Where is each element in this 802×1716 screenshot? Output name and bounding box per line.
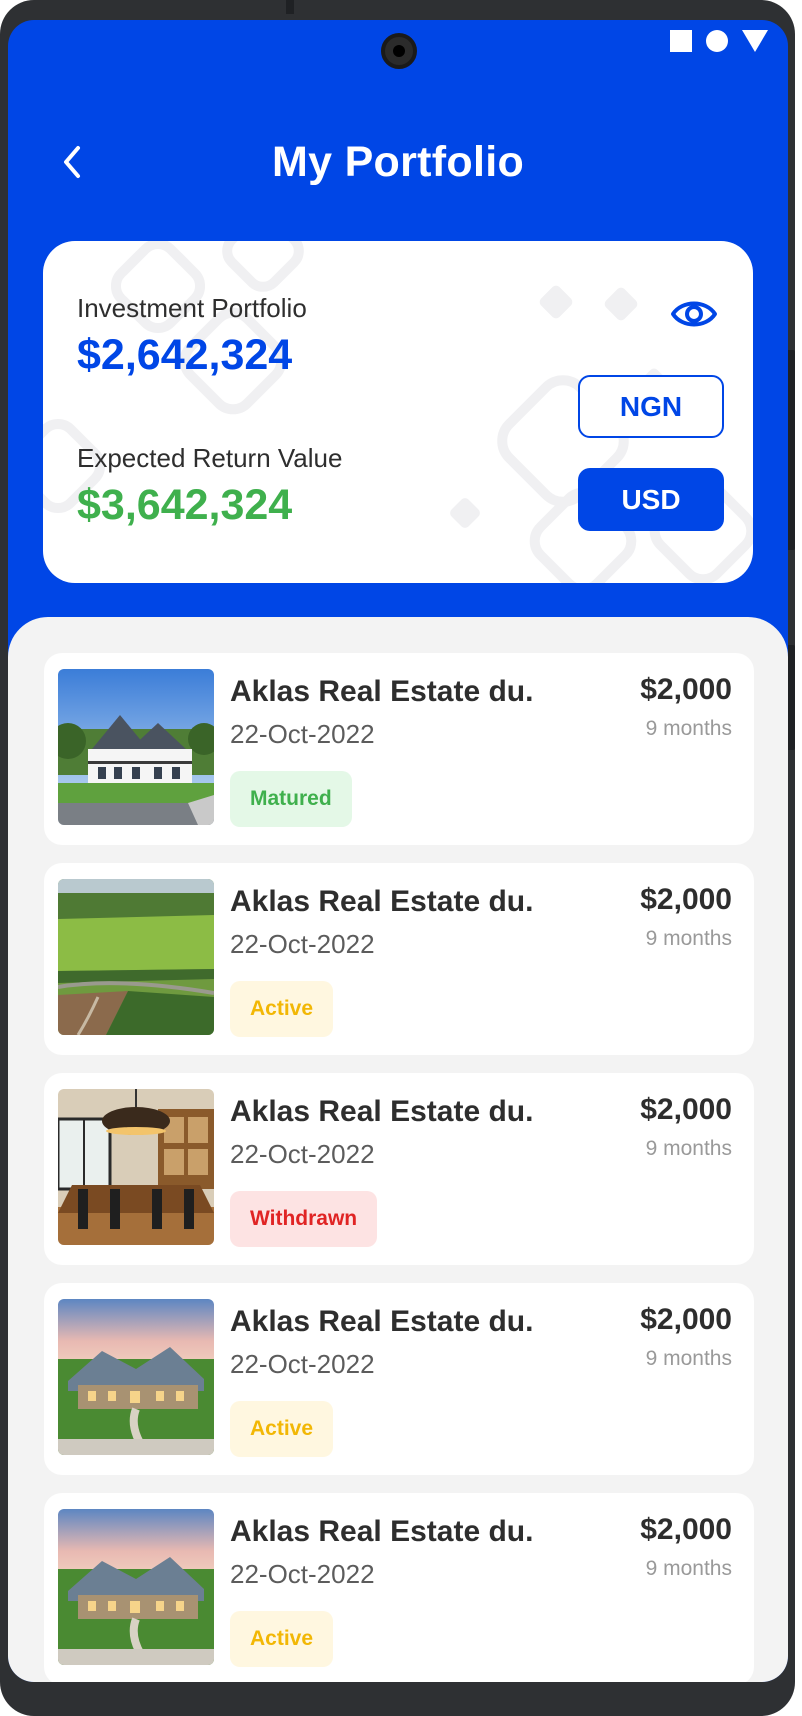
investment-price: $2,000 [640,673,732,706]
page-title: My Portfolio [271,138,525,186]
investment-price: $2,000 [640,1093,732,1126]
investment-portfolio-value: $2,642,324 [77,331,293,379]
investment-duration: 9 months [645,1557,732,1580]
investment-date: 22-Oct-2022 [230,1559,375,1589]
investment-duration: 9 months [645,1137,732,1160]
status-badge: Matured [230,771,352,827]
investment-duration: 9 months [645,717,732,740]
currency-ngn-button[interactable]: NGN [578,375,724,438]
investment-duration: 9 months [645,1347,732,1370]
investment-portfolio-label: Investment Portfolio [77,293,307,323]
circle-icon [706,30,728,52]
investment-item[interactable]: Aklas Real Estate du. 22-Oct-2022 $2,000… [44,1283,754,1475]
device-frame: My Portfolio Investment Portfolio $2,642… [0,0,795,1716]
investment-title: Aklas Real Estate du. [230,1305,534,1338]
farmland-photo [58,879,214,1035]
expected-return-label: Expected Return Value [77,443,343,473]
farmhouse-photo [58,669,214,825]
device-top-line [286,0,294,14]
investment-date: 22-Oct-2022 [230,929,375,959]
status-badge: Active [230,1611,334,1667]
triangle-icon [742,30,768,52]
investment-item[interactable]: Aklas Real Estate du. 22-Oct-2022 $2,000… [44,863,754,1055]
investment-item[interactable]: Aklas Real Estate du. 22-Oct-2022 $2,000… [44,1073,754,1265]
stone-house-photo [58,1509,214,1665]
status-badge: Active [230,1401,334,1457]
investment-date: 22-Oct-2022 [230,1139,375,1169]
app-screen: My Portfolio Investment Portfolio $2,642… [8,20,788,1682]
status-bar-icons [670,30,768,52]
investment-price: $2,000 [640,1303,732,1336]
investment-date: 22-Oct-2022 [230,1349,375,1379]
status-badge: Withdrawn [230,1191,378,1247]
dining-room-photo [58,1089,214,1245]
portfolio-summary-card: Investment Portfolio $2,642,324 Expected… [43,241,753,583]
investment-item[interactable]: Aklas Real Estate du. 22-Oct-2022 $2,000… [44,653,754,845]
investment-title: Aklas Real Estate du. [230,675,534,708]
investment-title: Aklas Real Estate du. [230,1515,534,1548]
toggle-visibility-button[interactable] [670,296,718,332]
investment-price: $2,000 [640,1513,732,1546]
square-icon [670,30,692,52]
expected-return-value: $3,642,324 [77,481,293,529]
status-badge: Active [230,981,334,1037]
investment-duration: 9 months [645,927,732,950]
investment-item[interactable]: Aklas Real Estate du. 22-Oct-2022 $2,000… [44,1493,754,1682]
investment-title: Aklas Real Estate du. [230,885,534,918]
eye-icon [671,301,717,327]
investment-title: Aklas Real Estate du. [230,1095,534,1128]
stone-house-photo [58,1299,214,1455]
investment-date: 22-Oct-2022 [230,719,375,749]
investment-price: $2,000 [640,883,732,916]
currency-usd-button[interactable]: USD [578,468,724,531]
front-camera [381,33,417,69]
investment-list: Aklas Real Estate du. 22-Oct-2022 $2,000… [8,617,788,1682]
